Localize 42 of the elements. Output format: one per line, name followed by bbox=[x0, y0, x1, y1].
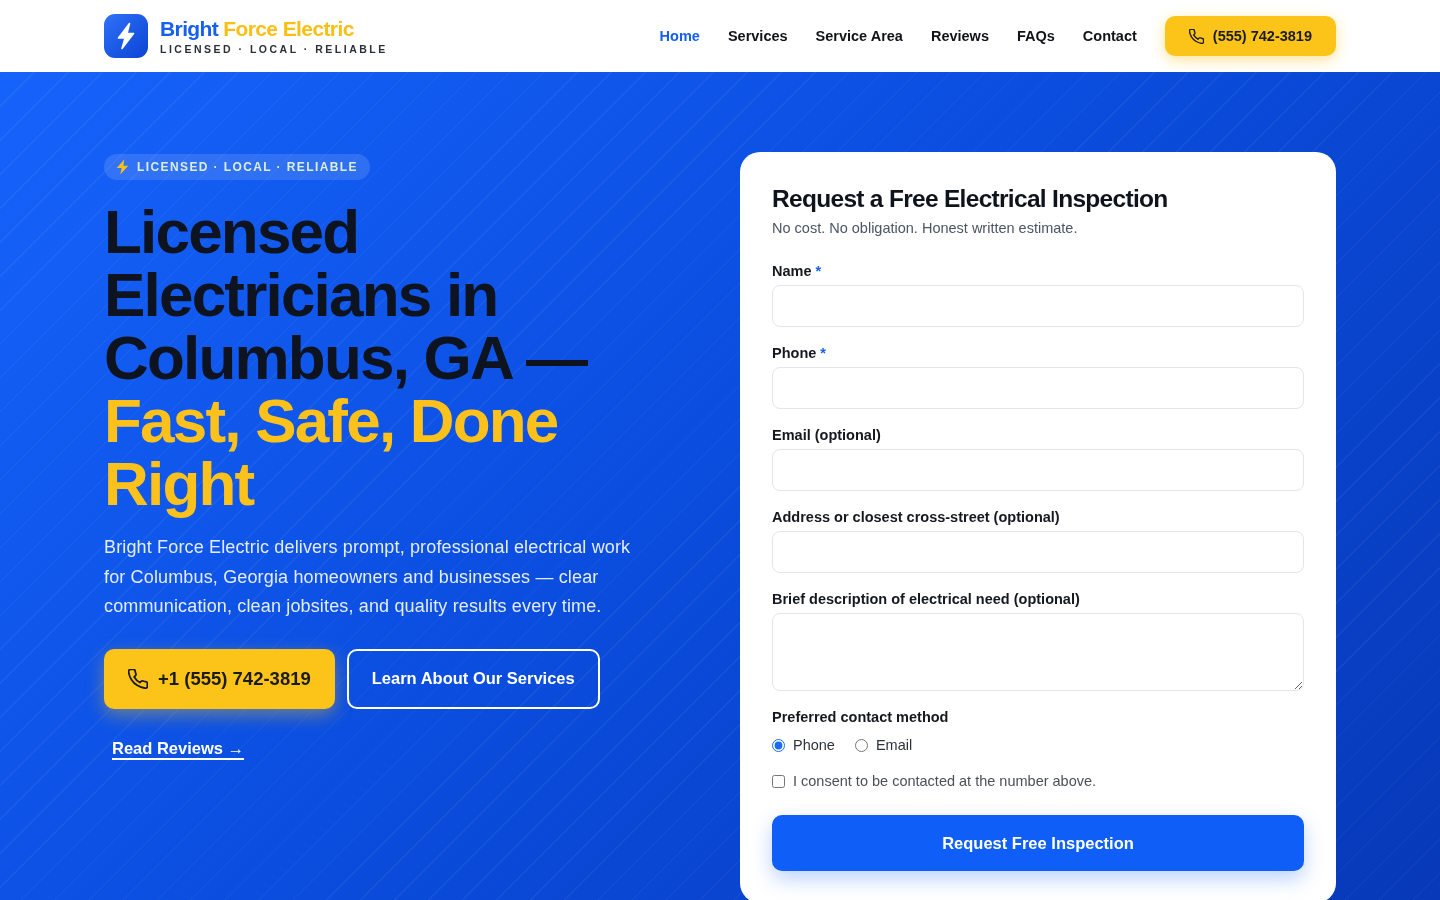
submit-button[interactable]: Request Free Inspection bbox=[772, 815, 1304, 871]
radio-label[interactable]: Phone bbox=[793, 737, 835, 753]
nav-link[interactable]: Service Area bbox=[815, 28, 903, 44]
input-field[interactable] bbox=[772, 285, 1304, 327]
intro-paragraph: Bright Force Electric delivers prompt, professional electrical work for Columbus, Georgia homeowners and businesses — clear communication, clean jobsites, and quality results every time. bbox=[104, 536, 632, 618]
brand-name-accent: Force Electric bbox=[223, 16, 354, 41]
nav-link[interactable]: Services bbox=[727, 28, 788, 44]
field-label: Address or closest cross-street (optional) bbox=[772, 508, 1060, 527]
nav-link[interactable]: FAQs bbox=[1016, 28, 1055, 44]
field-label: Preferred contact method bbox=[772, 708, 950, 727]
radio-button[interactable] bbox=[772, 738, 785, 752]
input-field[interactable] bbox=[772, 367, 1304, 409]
phone-icon bbox=[128, 668, 148, 689]
form-subtitle: No cost. No obligation. Honest written estimate. bbox=[772, 219, 1079, 238]
radio-label[interactable]: Email bbox=[875, 737, 913, 753]
brand-name: Bright bbox=[160, 16, 219, 41]
text-area-field[interactable] bbox=[772, 613, 1304, 691]
nav-link[interactable]: Contact bbox=[1082, 28, 1137, 44]
call-button[interactable]: +1 (555) 742-3819 bbox=[104, 648, 335, 709]
field-label: Name bbox=[772, 262, 812, 281]
phone-icon bbox=[1188, 28, 1204, 44]
call-button[interactable]: (555) 742-3819 bbox=[1164, 16, 1336, 56]
consent-checkbox[interactable] bbox=[772, 774, 785, 788]
badge-label: LICENSED · LOCAL · RELIABLE bbox=[137, 160, 358, 174]
radio-button[interactable] bbox=[854, 738, 868, 752]
lightning-bolt-logo-icon[interactable] bbox=[104, 14, 148, 58]
form-title: Request a Free Electrical Inspection bbox=[772, 184, 1169, 214]
required-asterisk: * bbox=[815, 262, 822, 281]
services-button[interactable]: Learn About Our Services bbox=[346, 648, 600, 709]
lightning-bolt-icon bbox=[116, 159, 129, 175]
brand-tagline: LICENSED · LOCAL · RELIABLE bbox=[160, 42, 388, 56]
reviews-link[interactable]: Read Reviews → bbox=[112, 738, 245, 757]
nav-link[interactable]: Reviews bbox=[930, 28, 989, 44]
field-label: Brief description of electrical need (optional) bbox=[772, 590, 1080, 609]
headline: Licensed Electricians in Columbus, GA — bbox=[104, 200, 588, 389]
nav-link[interactable]: Home bbox=[659, 28, 700, 44]
input-field[interactable] bbox=[772, 449, 1304, 491]
input-field[interactable] bbox=[772, 531, 1304, 573]
field-label: Phone bbox=[772, 344, 817, 363]
consent-label[interactable]: I consent to be contacted at the number above. bbox=[793, 773, 1097, 789]
required-asterisk: * bbox=[820, 344, 826, 363]
field-label: Email (optional) bbox=[772, 426, 881, 445]
